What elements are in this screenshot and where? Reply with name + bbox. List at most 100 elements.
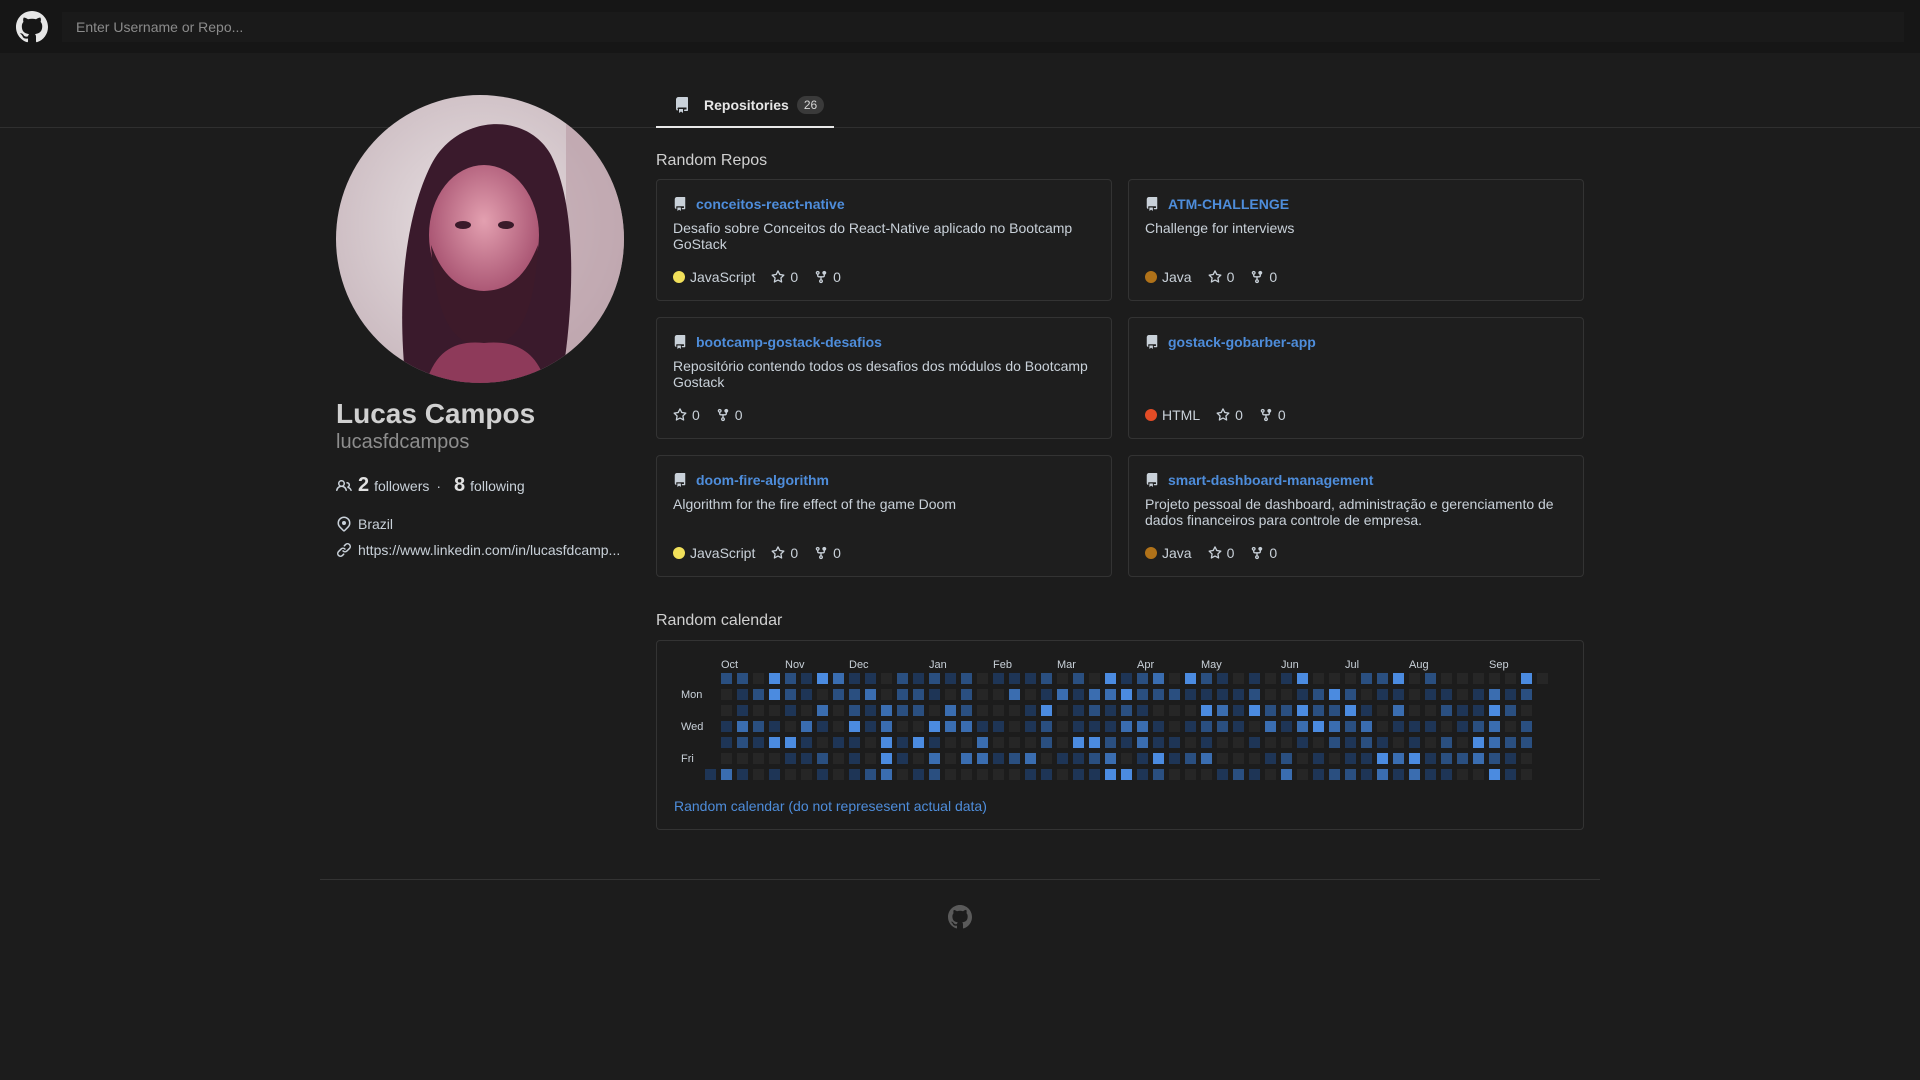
calendar-day-cell: [1009, 769, 1020, 780]
repo-card[interactable]: smart-dashboard-management Projeto pessoa…: [1128, 455, 1584, 577]
github-logo-icon[interactable]: [16, 11, 48, 43]
calendar-day-cell: [1265, 737, 1276, 748]
tab-repositories[interactable]: Repositories 26: [656, 84, 834, 128]
repo-card[interactable]: bootcamp-gostack-desafios Repositório con…: [656, 317, 1112, 439]
calendar-day-cell: [865, 753, 876, 764]
forks-count: 0: [1269, 269, 1278, 285]
footer-divider: [320, 879, 1600, 880]
repo-card[interactable]: doom-fire-algorithm Algorithm for the fir…: [656, 455, 1112, 577]
calendar-day-cell: [801, 673, 812, 684]
repo-stars[interactable]: 0: [771, 269, 798, 285]
language-color-dot: [1145, 271, 1157, 283]
calendar-day-cell: [977, 673, 988, 684]
repo-card[interactable]: gostack-gobarber-app HTML 0 0: [1128, 317, 1584, 439]
repo-forks[interactable]: 0: [1250, 269, 1277, 285]
calendar-day-cell: [1473, 737, 1484, 748]
calendar-day-cell: [721, 673, 732, 684]
repo-card[interactable]: conceitos-react-native Desafio sobre Conc…: [656, 179, 1112, 301]
calendar-day-cell: [1521, 753, 1532, 764]
repo-forks[interactable]: 0: [716, 407, 743, 423]
calendar-day-cell: [1057, 673, 1068, 684]
followers-label[interactable]: followers: [374, 478, 429, 494]
calendar-day-cell: [1169, 737, 1180, 748]
repo-name-link[interactable]: gostack-gobarber-app: [1168, 334, 1316, 350]
repo-forks[interactable]: 0: [1250, 545, 1277, 561]
repo-title-row: conceitos-react-native: [673, 196, 845, 212]
calendar-day-cell: [1089, 721, 1100, 732]
calendar-day-cell: [1489, 705, 1500, 716]
star-icon: [673, 408, 687, 421]
repo-stars[interactable]: 0: [673, 407, 700, 423]
calendar-day-cell: [1073, 689, 1084, 700]
repo-name-link[interactable]: ATM-CHALLENGE: [1168, 196, 1289, 212]
calendar-day-cell: [1393, 689, 1404, 700]
calendar-day-cell: [1009, 721, 1020, 732]
website-link[interactable]: https://www.linkedin.com/in/lucasfdcamp.…: [358, 542, 620, 558]
repo-forks[interactable]: 0: [1259, 407, 1286, 423]
following-count[interactable]: 8: [454, 474, 465, 497]
calendar-day-cell: [881, 673, 892, 684]
calendar-day-cell: [1121, 737, 1132, 748]
calendar-day-cell: [1137, 689, 1148, 700]
calendar-day-cell: [721, 769, 732, 780]
repo-card[interactable]: ATM-CHALLENGE Challenge for interviews Jav…: [1128, 179, 1584, 301]
calendar-day-cell: [1217, 673, 1228, 684]
calendar-day-cell: [1249, 769, 1260, 780]
repo-name-link[interactable]: doom-fire-algorithm: [696, 472, 829, 488]
calendar-day-cell: [1105, 705, 1116, 716]
repo-language: Java: [1145, 545, 1192, 561]
calendar-day-cell: [817, 753, 828, 764]
repo-stars[interactable]: 0: [1216, 407, 1243, 423]
repo-description: Desafio sobre Conceitos do React-Native …: [673, 220, 1073, 252]
calendar-day-cell: [1313, 721, 1324, 732]
calendar-day-cell: [1137, 721, 1148, 732]
calendar-day-cell: [721, 737, 732, 748]
github-logo-icon[interactable]: [948, 905, 972, 929]
followers-count[interactable]: 2: [358, 474, 369, 497]
repo-stars[interactable]: 0: [771, 545, 798, 561]
calendar-day-cell: [1249, 753, 1260, 764]
calendar-day-cell: [1441, 753, 1452, 764]
repo-language: HTML: [1145, 407, 1200, 423]
repo-stars[interactable]: 0: [1208, 545, 1234, 561]
repo-stars[interactable]: 0: [1208, 269, 1235, 285]
calendar-day-cell: [801, 753, 812, 764]
repo-forks[interactable]: 0: [814, 545, 841, 561]
calendar-day-cell: [1137, 673, 1148, 684]
repo-name-link[interactable]: conceitos-react-native: [696, 196, 845, 212]
calendar-disclaimer-link[interactable]: Random calendar (do not represesent actu…: [674, 798, 987, 814]
calendar-day-cell: [1473, 689, 1484, 700]
repo-name-link[interactable]: smart-dashboard-management: [1168, 472, 1373, 488]
calendar-day-cell: [1297, 689, 1308, 700]
following-label[interactable]: following: [470, 478, 524, 494]
calendar-day-cell: [1105, 753, 1116, 764]
calendar-day-cell: [1265, 689, 1276, 700]
calendar-day-cell: [1137, 769, 1148, 780]
calendar-day-cell: [1473, 721, 1484, 732]
calendar-day-cell: [1169, 689, 1180, 700]
calendar-day-cell: [1377, 737, 1388, 748]
calendar-day-cell: [1505, 673, 1516, 684]
stars-count: 0: [1226, 269, 1235, 285]
calendar-day-cell: [1057, 737, 1068, 748]
calendar-day-cell: [1153, 769, 1164, 780]
calendar-day-cell: [1281, 705, 1292, 716]
calendar-day-cell: [1009, 705, 1020, 716]
calendar-day-cell: [721, 721, 732, 732]
calendar-day-cell: [881, 753, 892, 764]
calendar-day-cell: [1297, 705, 1308, 716]
repo-forks[interactable]: 0: [814, 269, 841, 285]
calendar-day-cell: [1025, 737, 1036, 748]
calendar-day-cell: [1041, 721, 1052, 732]
location-row: Brazil: [336, 516, 393, 532]
calendar-day-cell: [1153, 753, 1164, 764]
calendar-day-cell: [1089, 737, 1100, 748]
search-input[interactable]: [62, 12, 1904, 42]
calendar-day-cell: [1089, 705, 1100, 716]
people-icon: [336, 479, 352, 491]
calendar-day-cell: [1217, 689, 1228, 700]
calendar-day-cell: [785, 689, 796, 700]
calendar-day-cell: [1345, 689, 1356, 700]
calendar-day-cell: [1537, 673, 1548, 684]
repo-name-link[interactable]: bootcamp-gostack-desafios: [696, 334, 882, 350]
